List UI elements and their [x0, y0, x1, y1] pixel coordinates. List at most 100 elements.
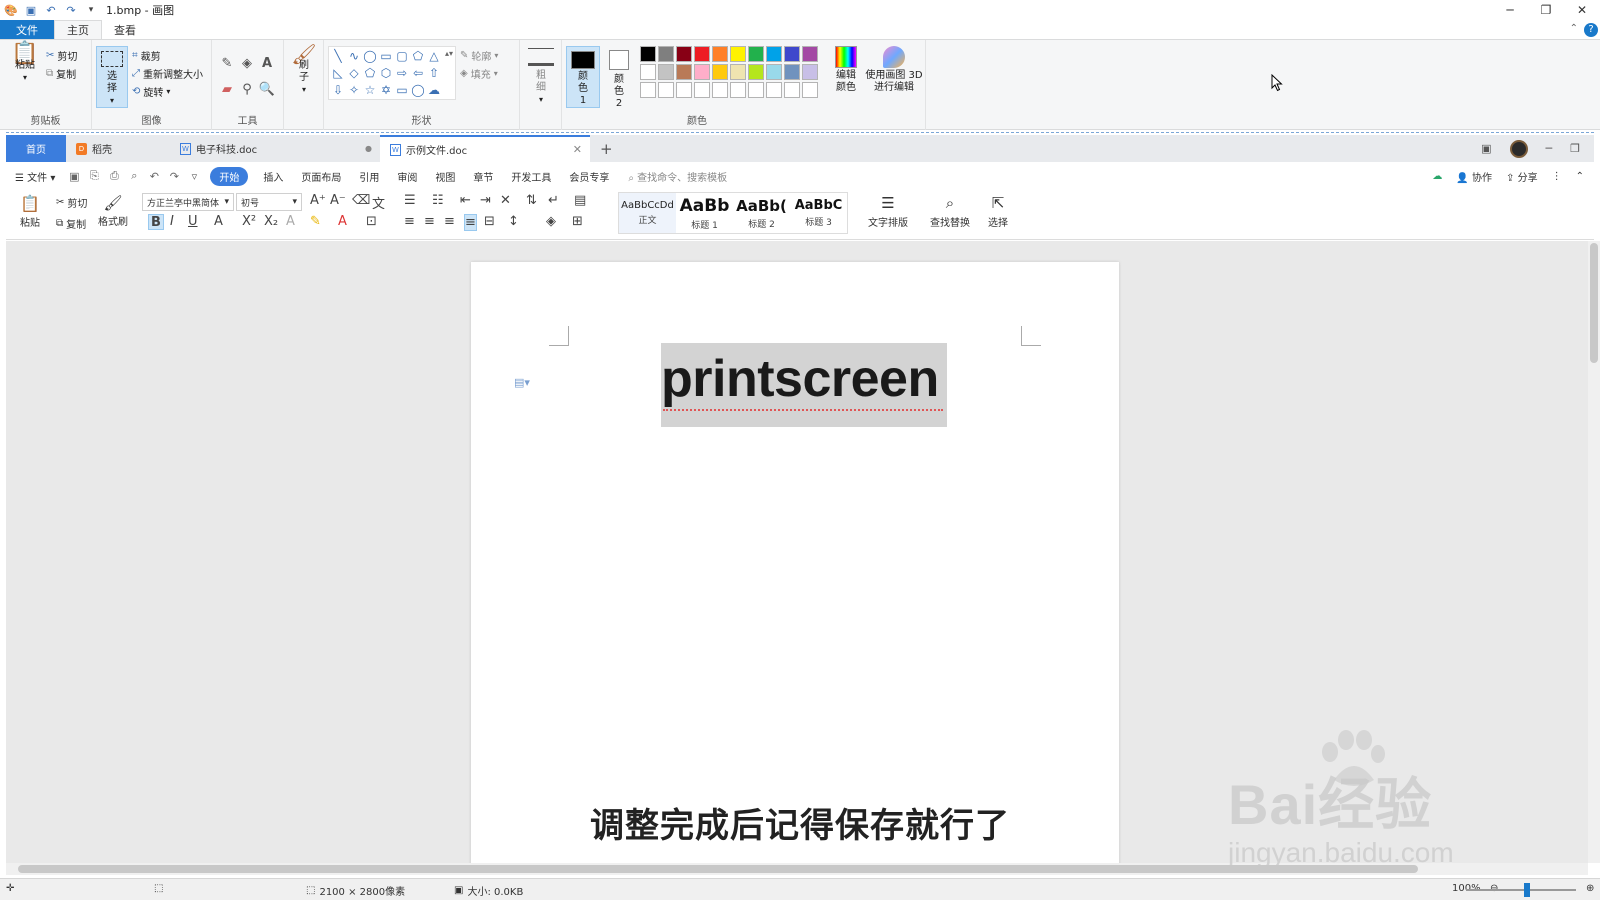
curve-shape-icon[interactable]: ∿	[347, 49, 361, 63]
four-point-star-shape-icon[interactable]: ✧	[347, 83, 361, 97]
palette-swatch[interactable]	[748, 64, 764, 80]
paragraph-options-icon[interactable]: ▤▾	[514, 376, 530, 389]
palette-swatch[interactable]	[730, 82, 746, 98]
select-button[interactable]: ⇱ 选择	[988, 194, 1008, 229]
crop-button[interactable]: ⌗ 裁剪	[132, 48, 161, 63]
zoom-slider-thumb[interactable]	[1524, 883, 1530, 897]
menu-page-layout[interactable]: 页面布局	[292, 169, 350, 184]
ruler-icon[interactable]: ▤	[574, 193, 586, 208]
right-arrow-shape-icon[interactable]: ⇨	[395, 66, 409, 80]
increase-font-icon[interactable]: A⁺	[310, 193, 326, 208]
copy-button[interactable]: ⧉ 复制	[56, 216, 86, 231]
wps-tab-home[interactable]: 首页	[6, 135, 66, 162]
zoom-in-icon[interactable]: ⊕	[1586, 883, 1594, 894]
style-heading-3[interactable]: AaBbC 标题 3	[790, 193, 847, 233]
highlight-icon[interactable]: ✎	[310, 214, 321, 229]
fill-button[interactable]: ◈ 填充 ▾	[460, 66, 498, 81]
minimize-button[interactable]: ─	[1492, 0, 1528, 20]
text-effect-icon[interactable]: A	[286, 214, 295, 229]
align-center-icon[interactable]: ≡	[424, 214, 435, 229]
redo-icon[interactable]: ↷	[64, 3, 78, 17]
decrease-font-icon[interactable]: A⁻	[330, 193, 346, 208]
subscript-icon[interactable]: X₂	[264, 214, 278, 229]
paste-button[interactable]: 📋 粘贴	[20, 194, 40, 229]
palette-swatch[interactable]	[694, 46, 710, 62]
magnifier-icon[interactable]: 🔍	[258, 80, 276, 98]
palette-swatch[interactable]	[676, 46, 692, 62]
tab-close-icon[interactable]: ✕	[573, 143, 582, 156]
palette-swatch[interactable]	[640, 64, 656, 80]
palette-swatch[interactable]	[694, 82, 710, 98]
char-border-icon[interactable]: ⊡	[366, 214, 377, 229]
font-color-icon[interactable]: A	[338, 214, 347, 229]
line-shape-icon[interactable]: ╲	[331, 49, 345, 63]
callout-rect-shape-icon[interactable]: ▭	[395, 83, 409, 97]
diamond-shape-icon[interactable]: ◇	[347, 66, 361, 80]
style-heading-1[interactable]: AaBb 标题 1	[676, 193, 733, 233]
palette-swatch[interactable]	[640, 82, 656, 98]
palette-swatch[interactable]	[658, 64, 674, 80]
down-arrow-shape-icon[interactable]: ⇩	[331, 83, 345, 97]
cut-button[interactable]: ✂ 剪切	[46, 48, 77, 63]
menu-view[interactable]: 视图	[426, 169, 464, 184]
bold-icon[interactable]: B	[148, 214, 164, 230]
outline-button[interactable]: ✎ 轮廓 ▾	[460, 48, 498, 63]
menu-insert[interactable]: 插入	[254, 169, 292, 184]
color1-button[interactable]: 颜色 1	[566, 46, 600, 108]
document-page[interactable]: ▤▾ printscreen	[471, 262, 1119, 863]
palette-swatch[interactable]	[694, 64, 710, 80]
save-icon[interactable]: ▣	[24, 3, 38, 17]
clear-format-icon[interactable]: ⌫	[352, 193, 370, 208]
palette-swatch[interactable]	[676, 64, 692, 80]
zoom-slider-track[interactable]	[1466, 889, 1576, 891]
export-icon[interactable]: ⎘	[84, 169, 104, 183]
pentagon-shape-icon[interactable]: ⬠	[363, 66, 377, 80]
menu-section[interactable]: 章节	[464, 169, 502, 184]
decrease-indent-icon[interactable]: ⇤	[460, 193, 471, 208]
paint3d-button[interactable]: 使用画图 3D 进行编辑	[864, 46, 924, 94]
palette-swatch[interactable]	[766, 82, 782, 98]
menu-start[interactable]: 开始	[210, 166, 249, 186]
wps-restore-icon[interactable]: ❐	[1570, 142, 1580, 155]
fill-bucket-icon[interactable]: ◈	[238, 54, 256, 72]
command-search[interactable]: ⌕ 查找命令、搜索模板	[628, 169, 727, 184]
align-right-icon[interactable]: ≡	[444, 214, 455, 229]
find-replace-button[interactable]: ⌕ 查找替换	[930, 194, 970, 229]
palette-swatch[interactable]	[730, 46, 746, 62]
right-triangle-shape-icon[interactable]: ◺	[331, 66, 345, 80]
copy-button[interactable]: ⧉ 复制	[46, 66, 76, 81]
new-tab-button[interactable]: +	[590, 135, 623, 162]
collapse-ribbon-icon[interactable]: ⌃	[1570, 23, 1578, 34]
palette-swatch[interactable]	[784, 64, 800, 80]
color2-button[interactable]: 颜色 2	[602, 46, 636, 110]
wps-tab-doc2[interactable]: W 示例文件.doc ✕	[380, 135, 590, 162]
size-button[interactable]: 粗细 ▾	[524, 48, 558, 106]
cloud-shape-icon[interactable]: ☁	[427, 83, 441, 97]
collab-button[interactable]: 👤 协作	[1456, 169, 1492, 184]
superscript-icon[interactable]: X²	[242, 214, 256, 229]
pencil-icon[interactable]: ✎	[218, 54, 236, 72]
tab-file[interactable]: 文件	[0, 20, 54, 39]
rectangle-shape-icon[interactable]: ▭	[379, 49, 393, 63]
collapse-toolbar-icon[interactable]: ⌃	[1576, 171, 1584, 182]
palette-swatch[interactable]	[748, 82, 764, 98]
rotate-button[interactable]: ⟲ 旋转 ▾	[132, 84, 170, 99]
text-layout-button[interactable]: ☰ 文字排版	[868, 194, 908, 229]
menu-references[interactable]: 引用	[350, 169, 388, 184]
show-marks-icon[interactable]: ↵	[548, 193, 559, 208]
font-family-select[interactable]: 方正兰亭中黑简体 ▾	[142, 193, 234, 211]
menu-review[interactable]: 审阅	[388, 169, 426, 184]
format-painter-button[interactable]: 🖌 格式刷	[98, 194, 128, 228]
palette-swatch[interactable]	[730, 64, 746, 80]
menu-icon-file[interactable]: ☰ 文件 ▾	[6, 169, 64, 184]
palette-swatch[interactable]	[784, 82, 800, 98]
restore-button[interactable]: ❐	[1528, 0, 1564, 20]
oval-shape-icon[interactable]: ◯	[363, 49, 377, 63]
share-button[interactable]: ⇪ 分享	[1506, 169, 1538, 184]
help-icon[interactable]: ?	[1584, 23, 1598, 37]
five-point-star-shape-icon[interactable]: ☆	[363, 83, 377, 97]
avatar[interactable]	[1509, 139, 1528, 158]
more-options-icon[interactable]: ⋮	[1552, 171, 1562, 182]
line-spacing-icon[interactable]: ↕	[508, 214, 519, 229]
print-preview-icon[interactable]: ⌕	[124, 169, 144, 183]
